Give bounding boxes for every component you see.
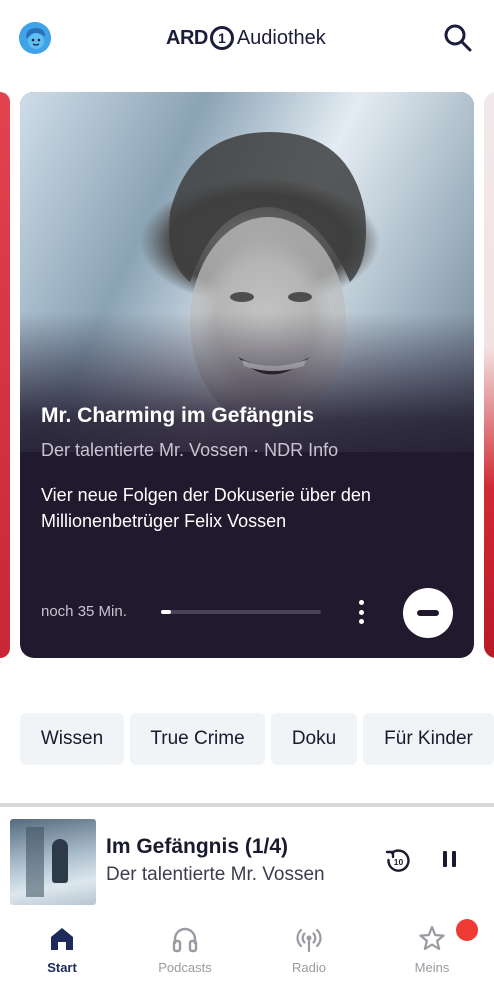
chip-fuer-kinder[interactable]: Für Kinder [363,713,494,765]
nav-item-start[interactable]: Start [17,924,107,975]
nav-label-podcasts: Podcasts [158,960,212,975]
chip-wissen[interactable]: Wissen [20,713,124,765]
featured-title: Mr. Charming im Gefängnis [41,404,315,427]
playback-progress [161,610,321,614]
nav-item-radio[interactable]: Radio [264,924,354,975]
headphones-icon [172,927,198,953]
category-chips: Wissen True Crime Doku Für Kinder [20,713,494,765]
logo-audiothek-text: Audiothek [236,26,326,49]
more-vertical-icon[interactable] [352,597,370,627]
mini-player-artwork [10,819,96,905]
profile-avatar-icon[interactable] [19,22,51,54]
nav-label-start: Start [47,960,77,975]
pause-icon[interactable] [439,851,459,871]
previous-carousel-card[interactable] [0,92,10,658]
logo-ard-text: ARD [166,26,208,49]
radio-broadcast-icon [296,928,322,953]
logo-one-mark: 1 [209,26,234,50]
mini-player-subtitle: Der talentierte Mr. Vossen [106,864,325,885]
nav-label-radio: Radio [292,960,326,975]
nav-item-podcasts[interactable]: Podcasts [140,924,230,975]
next-carousel-card[interactable] [484,92,494,658]
featured-card-gradient [20,312,474,492]
mini-player-title: Im Gefängnis (1/4) [106,835,289,858]
featured-card[interactable]: Mr. Charming im Gefängnis Der talentiert… [20,92,474,658]
search-icon[interactable] [442,22,474,54]
featured-subtitle: Der talentierte Mr. Vossen · NDR Info [41,440,339,460]
home-icon [51,928,73,950]
remaining-time: noch 35 Min. [41,603,127,620]
mini-player[interactable]: Im Gefängnis (1/4) Der talentierte Mr. V… [0,807,494,914]
bottom-navigation: Start Podcasts Radio Meins [0,914,494,1000]
rewind-seconds-label: 10 [394,857,404,867]
chip-doku[interactable]: Doku [271,713,357,765]
stop-minus-icon[interactable] [403,588,453,638]
nav-label-meins: Meins [414,960,450,975]
featured-description: Vier neue Folgen der Dokuserie über den … [41,485,371,531]
chip-true-crime[interactable]: True Crime [130,713,265,765]
star-icon [419,925,445,951]
app-header: ARD 1 Audiothek [0,0,494,76]
rewind-10-icon[interactable]: 10 [384,847,412,875]
notification-badge [456,919,478,941]
playback-progress-fill [161,610,171,614]
ard-audiothek-logo: ARD 1 Audiothek [166,22,326,54]
